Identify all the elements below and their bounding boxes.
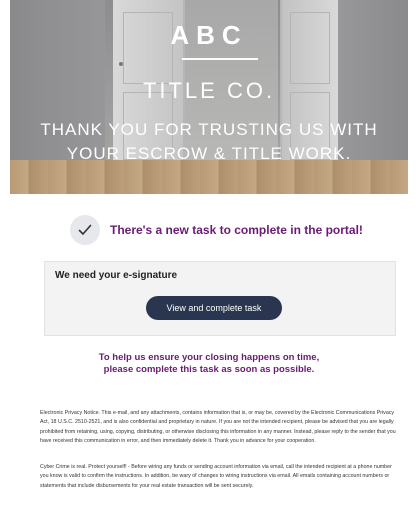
hero-banner: ABC TITLE CO. THANK YOU FOR TRUSTING US … [10,0,408,194]
view-complete-task-button[interactable]: View and complete task [146,296,282,320]
hero-tagline: THANK YOU FOR TRUSTING US WITH YOUR ESCR… [10,118,408,166]
logo-divider [182,58,258,60]
privacy-notice: Electronic Privacy Notice. This e-mail, … [40,410,396,445]
logo-title-co: TITLE CO. [142,78,276,103]
task-card-title: We need your e-signature [55,270,178,281]
cyber-crime-notice: Cyber Crime is real. Protect yourself! -… [40,464,392,489]
logo-abc: ABC [170,20,248,50]
reminder-line-1: To help us ensure your closing happens o… [98,352,320,363]
task-headline: There's a new task to complete in the po… [110,223,363,237]
tagline-line-2: YOUR ESCROW & TITLE WORK. [66,144,352,163]
checkmark-icon [70,215,100,245]
reminder-message: To help us ensure your closing happens o… [0,352,418,376]
task-card: We need your e-signature View and comple… [44,261,396,336]
reminder-line-2: please complete this task as soon as pos… [103,364,315,375]
task-notice: There's a new task to complete in the po… [70,215,363,245]
tagline-line-1: THANK YOU FOR TRUSTING US WITH [40,120,378,139]
